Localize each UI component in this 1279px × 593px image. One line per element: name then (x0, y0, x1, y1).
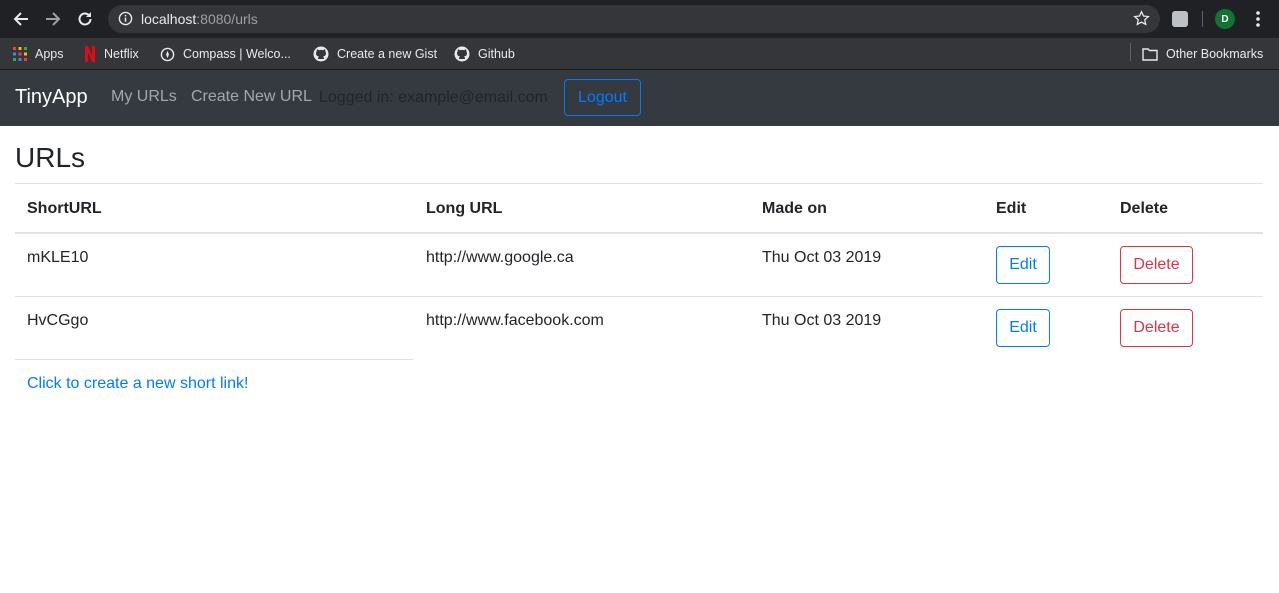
github-icon (313, 46, 329, 62)
github-icon (454, 46, 470, 62)
logged-in-text: Logged in: example@email.com (319, 89, 548, 106)
forward-arrow-icon (46, 12, 61, 26)
delete-button[interactable]: Delete (1120, 309, 1193, 347)
table-header-border (15, 232, 1263, 234)
column-header-made-on: Made on (762, 200, 827, 217)
extension-icon[interactable] (1172, 11, 1188, 27)
bookmark-netflix[interactable]: Netflix (84, 43, 139, 65)
made-on-cell: Thu Oct 03 2019 (762, 312, 882, 329)
column-header-shorturl: ShortURL (27, 200, 102, 217)
bookmarks-divider (1130, 43, 1131, 61)
other-bookmarks[interactable]: Other Bookmarks (1142, 43, 1263, 65)
app-navbar: TinyApp My URLs Create New URL Logged in… (0, 70, 1279, 126)
long-url-cell: http://www.facebook.com (426, 312, 604, 329)
folder-icon (1142, 47, 1158, 61)
bookmark-github[interactable]: Github (454, 43, 515, 65)
edit-button[interactable]: Edit (996, 309, 1050, 347)
create-short-link[interactable]: Click to create a new short link! (27, 375, 248, 393)
bookmark-create-gist[interactable]: Create a new Gist (313, 43, 437, 65)
toolbar-divider (1202, 11, 1203, 27)
info-icon[interactable] (118, 11, 133, 31)
page-title: URLs (15, 142, 86, 173)
nav-link-my-urls[interactable]: My URLs (111, 88, 177, 106)
bookmark-apps[interactable]: Apps (13, 43, 64, 65)
brand-logo[interactable]: TinyApp (15, 86, 88, 109)
reload-icon (78, 12, 92, 26)
star-icon[interactable] (1133, 10, 1150, 32)
bookmark-compass[interactable]: Compass | Welco... (160, 43, 291, 65)
profile-avatar[interactable]: D (1215, 9, 1235, 29)
bookmarks-bar: Apps Netflix Compass | Welco... Create a… (0, 38, 1279, 70)
browser-menu-icon[interactable] (1250, 9, 1266, 29)
short-url-cell: HvCGgo (27, 312, 89, 329)
edit-button[interactable]: Edit (996, 246, 1050, 284)
row-border (15, 296, 1263, 297)
column-header-long-url: Long URL (426, 200, 503, 217)
url-text: localhost:8080/urls (141, 11, 258, 27)
address-bar[interactable]: localhost:8080/urls (108, 5, 1160, 33)
footer-divider (15, 359, 413, 360)
long-url-cell: http://www.google.ca (426, 249, 574, 266)
compass-icon (160, 47, 175, 62)
divider (15, 183, 1263, 184)
delete-button[interactable]: Delete (1120, 246, 1193, 284)
back-button[interactable] (10, 8, 32, 30)
netflix-icon (84, 46, 96, 62)
short-url-cell: mKLE10 (27, 249, 89, 266)
apps-grid-icon (13, 47, 27, 61)
back-arrow-icon (13, 12, 28, 26)
made-on-cell: Thu Oct 03 2019 (762, 249, 882, 266)
logout-button[interactable]: Logout (564, 79, 641, 116)
column-header-delete: Delete (1120, 200, 1169, 217)
nav-link-create-new-url[interactable]: Create New URL (191, 88, 312, 106)
browser-toolbar: localhost:8080/urls D (0, 0, 1279, 38)
column-header-edit: Edit (996, 200, 1027, 217)
reload-button[interactable] (74, 8, 96, 30)
forward-button[interactable] (42, 8, 64, 30)
